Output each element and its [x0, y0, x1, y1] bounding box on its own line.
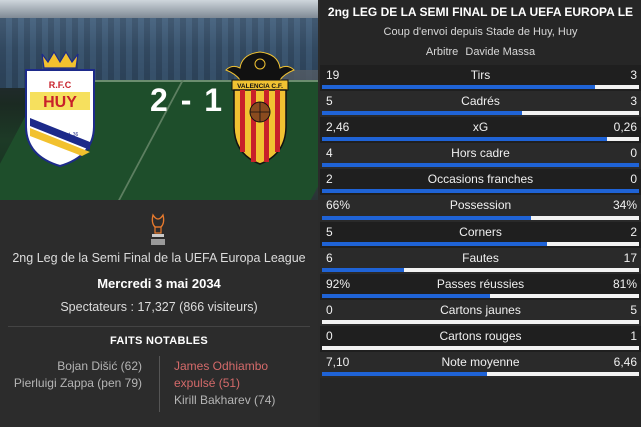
stats-list: 19 Tirs 3 5 Cadrés 3 2,46 xG 0,26 4 Hors cadre 0 2 Oc… — [320, 65, 641, 379]
stat-bar — [322, 319, 639, 324]
crest-huy-top-text: R.F.C — [49, 80, 72, 90]
red-card-event[interactable]: James Odhiambo — [174, 358, 275, 375]
crest-valencia-text: VALENCIA C.F. — [237, 83, 283, 90]
stat-away-value: 6,46 — [613, 355, 637, 370]
event-item[interactable]: Bojan Dišić (62) — [14, 358, 142, 375]
match-stats-panel: 2ng LEG DE LA SEMI FINAL DE LA UEFA EURO… — [320, 0, 641, 427]
stat-label: Tirs — [470, 68, 491, 82]
stat-label: Cartons rouges — [439, 328, 522, 343]
stat-label: Passes réussies — [436, 276, 525, 291]
stadium-roof — [0, 0, 318, 18]
home-events: Bojan Dišić (62) Pierluigi Zappa (pen 79… — [14, 358, 142, 392]
red-card-event-detail[interactable]: expulsé (51) — [174, 375, 275, 392]
stat-label: Corners — [459, 224, 502, 239]
events-separator — [159, 356, 160, 412]
divider — [8, 326, 310, 327]
stat-bar-home-fill — [322, 85, 595, 90]
stat-away-value: 2 — [630, 224, 637, 239]
stat-bar-home-fill — [322, 111, 522, 116]
stat-row: 19 Tirs 3 — [320, 65, 641, 92]
stat-bar-home-fill — [322, 372, 487, 377]
stat-bar — [322, 163, 639, 168]
stat-bar-home-fill — [322, 267, 405, 272]
stat-label: Fautes — [462, 250, 499, 265]
stat-away-value: 5 — [630, 302, 637, 317]
stat-bar-home-fill — [322, 137, 608, 142]
kickoff-info: Coup d'envoi depuis Stade de Huy, Huy — [383, 26, 578, 38]
notable-events-title: FAITS NOTABLES — [109, 335, 209, 347]
crest-huy-mat-text: Mat. 36 — [62, 132, 79, 138]
referee-name[interactable]: Davide Massa — [465, 46, 535, 58]
referee-label: Arbitre — [425, 46, 459, 58]
stat-row: 92% Passes réussies 81% — [320, 273, 641, 300]
stat-row: 66% Possession 34% — [320, 195, 641, 222]
away-team-crest[interactable]: VALENCIA C.F. — [222, 50, 298, 168]
home-team-crest[interactable]: R.F.C HUY Mat. 36 — [22, 48, 98, 168]
stat-bar — [322, 293, 639, 298]
stat-label: xG — [472, 120, 489, 135]
stat-away-value: 34% — [612, 198, 637, 213]
stats-panel-title: 2ng LEG DE LA SEMI FINAL DE LA UEFA EURO… — [327, 5, 634, 19]
stat-row: 2 Occasions franches 0 — [320, 169, 641, 196]
stat-bar-home-fill — [322, 293, 490, 298]
stat-bar-home-fill — [322, 215, 532, 220]
stat-label: Hors cadre — [451, 146, 510, 161]
event-item[interactable]: Pierluigi Zappa (pen 79) — [14, 375, 142, 392]
final-score: 2 - 1 — [150, 82, 225, 118]
stat-away-value: 17 — [623, 250, 637, 265]
stat-row: 0 Cartons jaunes 5 — [320, 299, 641, 326]
stat-bar — [322, 85, 639, 90]
stat-label: Possession — [449, 198, 512, 213]
stat-bar — [322, 189, 639, 194]
stat-away-value: 81% — [612, 276, 637, 291]
stat-away-value: 0 — [630, 172, 637, 187]
stat-away-value: 0 — [630, 146, 637, 161]
stat-label: Cartons jaunes — [440, 302, 521, 317]
stat-row: 7,10 Note moyenne 6,46 — [320, 352, 641, 379]
match-date: Mercredi 3 mai 2034 — [97, 276, 221, 291]
stat-row: 5 Cadrés 3 — [320, 91, 641, 118]
stat-bar-home-fill — [322, 241, 548, 246]
stat-bar — [322, 267, 639, 272]
attendance: Spectateurs : 17,327 (866 visiteurs) — [60, 300, 258, 314]
stat-row: 5 Corners 2 — [320, 221, 641, 248]
stat-bar-home-fill — [322, 163, 639, 168]
event-item[interactable]: Kirill Bakharev (74) — [174, 392, 275, 409]
stat-bar — [322, 372, 639, 377]
stat-bar — [322, 137, 639, 142]
europa-league-icon — [151, 213, 165, 245]
competition-name: 2ng Leg de la Semi Final de la UEFA Euro… — [12, 251, 306, 265]
stat-bar — [322, 346, 639, 351]
stat-bar — [322, 215, 639, 220]
stat-label: Cadrés — [461, 94, 500, 109]
stat-row: 0 Cartons rouges 1 — [320, 325, 641, 353]
stat-away-value: 0,26 — [613, 120, 637, 135]
away-events: James Odhiambo expulsé (51) Kirill Bakha… — [174, 358, 275, 409]
stat-row: 2,46 xG 0,26 — [320, 117, 641, 144]
stat-bar — [322, 241, 639, 246]
stat-away-value: 3 — [630, 94, 637, 109]
stat-bar — [322, 111, 639, 116]
match-summary-panel: R.F.C HUY Mat. 36 2 - 1 VALENCIA C.F. 2n… — [0, 0, 318, 427]
stat-row: 4 Hors cadre 0 — [320, 143, 641, 170]
referee-info: Arbitre Davide Massa — [320, 46, 641, 58]
stat-bar-home-fill — [322, 189, 639, 194]
stat-label: Occasions franches — [427, 172, 534, 187]
stadium-image: R.F.C HUY Mat. 36 2 - 1 VALENCIA C.F. — [0, 0, 318, 200]
stat-away-value: 3 — [630, 68, 637, 82]
crest-huy-main-text: HUY — [43, 94, 77, 111]
stat-away-value: 1 — [630, 328, 637, 343]
stat-row: 6 Fautes 17 — [320, 247, 641, 274]
stat-label: Note moyenne — [441, 355, 520, 370]
